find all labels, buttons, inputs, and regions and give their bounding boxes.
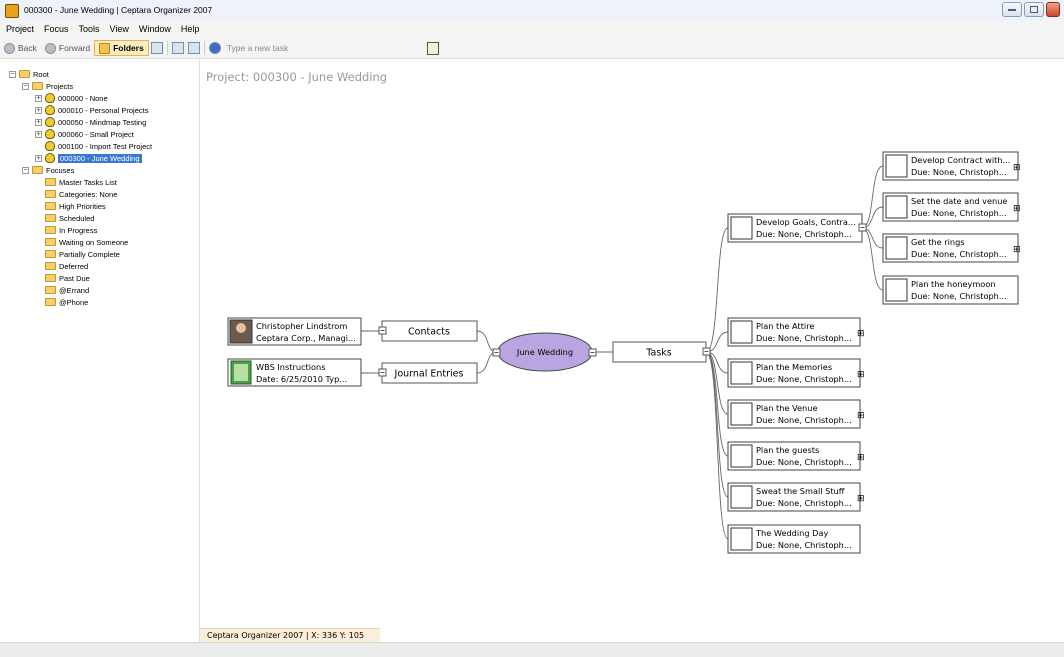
task-checkbox[interactable] — [730, 361, 753, 385]
expand-icon[interactable]: ⊞ — [1013, 204, 1021, 214]
journal-date: Date: 6/25/2010 Typ... — [256, 374, 347, 384]
task-node[interactable]: Plan the Memories Due: None, Christoph..… — [727, 358, 865, 388]
svg-text:Due: None, Christoph...: Due: None, Christoph... — [756, 457, 852, 467]
subtask-node[interactable]: Develop Contract with... Due: None, Chri… — [882, 151, 1021, 181]
contact-name: Christopher Lindstrom — [256, 321, 347, 331]
task-checkbox[interactable] — [730, 527, 753, 551]
svg-text:Due: None, Christoph...: Due: None, Christoph... — [756, 498, 852, 508]
task-checkbox[interactable] — [730, 320, 753, 344]
journal-node[interactable]: WBS Instructions Date: 6/25/2010 Typ... — [227, 358, 362, 387]
status-text: Ceptara Organizer 2007 | X: 336 Y: 105 — [200, 628, 380, 642]
svg-text:Plan the guests: Plan the guests — [756, 445, 819, 455]
subtask-node[interactable]: Set the date and venue Due: None, Christ… — [882, 192, 1021, 222]
svg-text:Due: None, Christoph...: Due: None, Christoph... — [756, 540, 852, 550]
task-checkbox[interactable] — [730, 485, 753, 509]
svg-text:Develop Goals, Contra...: Develop Goals, Contra... — [756, 217, 856, 227]
svg-text:Plan the Venue: Plan the Venue — [756, 403, 817, 413]
status-bar — [0, 642, 1064, 657]
svg-text:Journal Entries: Journal Entries — [394, 369, 464, 380]
avatar — [236, 323, 246, 333]
task-node[interactable]: The Wedding Day Due: None, Christoph... — [727, 524, 861, 554]
task-node[interactable]: Plan the Venue Due: None, Christoph... ⊞ — [727, 399, 865, 429]
subtask-node[interactable]: Plan the honeymoon Due: None, Christoph.… — [882, 275, 1019, 305]
svg-text:Due: None, Christoph...: Due: None, Christoph... — [911, 249, 1007, 259]
contacts-category-node[interactable]: Contacts — [378, 320, 478, 342]
svg-text:Due: None, Christoph...: Due: None, Christoph... — [756, 374, 852, 384]
subtask-node[interactable]: Get the rings Due: None, Christoph... ⊞ — [882, 233, 1021, 263]
task-checkbox[interactable] — [885, 278, 908, 302]
expand-icon[interactable]: ⊞ — [857, 411, 865, 421]
expand-icon[interactable]: ⊞ — [1013, 163, 1021, 173]
svg-text:June Wedding: June Wedding — [516, 347, 573, 357]
svg-text:Due: None, Christoph...: Due: None, Christoph... — [911, 208, 1007, 218]
svg-text:The Wedding Day: The Wedding Day — [755, 528, 828, 538]
svg-text:Plan the Memories: Plan the Memories — [756, 362, 832, 372]
svg-text:Tasks: Tasks — [645, 348, 672, 359]
expand-icon[interactable]: ⊞ — [857, 494, 865, 504]
svg-text:Sweat the Small Stuff: Sweat the Small Stuff — [756, 486, 845, 496]
svg-text:Set the date and venue: Set the date and venue — [911, 196, 1007, 206]
svg-text:Due: None, Christoph...: Due: None, Christoph... — [756, 333, 852, 343]
task-checkbox[interactable] — [885, 236, 908, 260]
mindmap-canvas: Christopher Lindstrom Ceptara Corp., Man… — [227, 151, 1021, 554]
svg-text:Due: None, Christoph...: Due: None, Christoph... — [756, 229, 852, 239]
svg-text:Contacts: Contacts — [408, 327, 450, 338]
svg-text:Get the rings: Get the rings — [911, 237, 965, 247]
task-node[interactable]: Develop Goals, Contra... Due: None, Chri… — [727, 213, 867, 243]
expand-icon[interactable]: ⊞ — [857, 329, 865, 339]
contact-node[interactable]: Christopher Lindstrom Ceptara Corp., Man… — [227, 317, 362, 346]
contact-company: Ceptara Corp., Managi... — [256, 333, 356, 343]
expand-icon[interactable]: ⊞ — [857, 453, 865, 463]
task-checkbox[interactable] — [730, 402, 753, 426]
task-checkbox[interactable] — [885, 195, 908, 219]
expand-icon[interactable]: ⊞ — [857, 370, 865, 380]
journal-title: WBS Instructions — [256, 362, 325, 372]
task-checkbox[interactable] — [885, 154, 908, 178]
svg-text:Due: None, Christoph...: Due: None, Christoph... — [756, 415, 852, 425]
expand-icon[interactable]: ⊞ — [1013, 245, 1021, 255]
central-topic-node[interactable]: June Wedding — [492, 332, 597, 372]
svg-text:Plan the Attire: Plan the Attire — [756, 321, 814, 331]
tasks-category-node[interactable]: Tasks — [612, 341, 711, 363]
task-node[interactable]: Plan the Attire Due: None, Christoph... … — [727, 317, 865, 347]
task-node[interactable]: Sweat the Small Stuff Due: None, Christo… — [727, 482, 865, 512]
journal-category-node[interactable]: Journal Entries — [378, 362, 478, 384]
task-node[interactable]: Plan the guests Due: None, Christoph... … — [727, 441, 865, 471]
svg-text:Develop Contract with...: Develop Contract with... — [911, 155, 1010, 165]
svg-text:Due: None, Christoph...: Due: None, Christoph... — [911, 291, 1007, 301]
svg-text:Plan the honeymoon: Plan the honeymoon — [911, 279, 996, 289]
task-checkbox[interactable] — [730, 444, 753, 468]
task-checkbox[interactable] — [730, 216, 753, 240]
svg-text:Due: None, Christoph...: Due: None, Christoph... — [911, 167, 1007, 177]
